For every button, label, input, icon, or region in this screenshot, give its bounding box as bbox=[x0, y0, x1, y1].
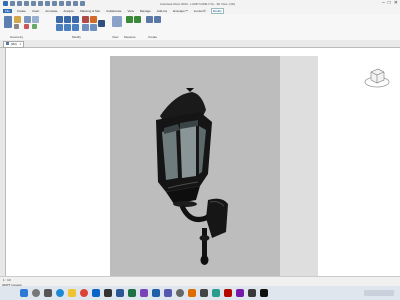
tab-enscape[interactable]: Enscape™ bbox=[172, 9, 189, 13]
windows-icon[interactable] bbox=[20, 289, 28, 297]
teams-icon[interactable] bbox=[164, 289, 172, 297]
wall-joins-icon[interactable] bbox=[32, 24, 37, 29]
media-icon[interactable] bbox=[188, 289, 196, 297]
rotate-icon[interactable] bbox=[72, 24, 79, 31]
thin-lines-icon[interactable] bbox=[73, 1, 78, 6]
task-view-icon[interactable] bbox=[44, 289, 52, 297]
measure-icon-ribbon[interactable] bbox=[126, 16, 133, 23]
view-tab-bar: {3D} × bbox=[0, 40, 400, 48]
cut-geometry-icon[interactable] bbox=[24, 24, 29, 29]
join-icon[interactable] bbox=[24, 16, 31, 23]
settings-icon[interactable] bbox=[176, 289, 184, 297]
excel-icon[interactable] bbox=[128, 289, 136, 297]
view-icon[interactable] bbox=[112, 16, 122, 27]
move-icon[interactable] bbox=[56, 24, 63, 31]
tab-insert[interactable]: Insert bbox=[31, 9, 41, 13]
section-icon[interactable] bbox=[66, 1, 71, 6]
pin-icon[interactable] bbox=[98, 20, 105, 27]
calc-icon[interactable] bbox=[248, 289, 256, 297]
render-background-edge bbox=[280, 56, 318, 276]
copy-icon[interactable] bbox=[64, 24, 71, 31]
cut-icon[interactable] bbox=[14, 24, 19, 29]
app-menu-icon[interactable] bbox=[3, 1, 8, 6]
chrome-icon[interactable] bbox=[80, 289, 88, 297]
tab-collaborate[interactable]: Collaborate bbox=[105, 9, 122, 13]
3d-view-icon[interactable] bbox=[59, 1, 64, 6]
title-bar: Autodesk Revit 2020 - LAMP FAMILY.rfa - … bbox=[0, 0, 400, 8]
array-icon[interactable] bbox=[82, 24, 89, 31]
tab-add-ins[interactable]: Add-Ins bbox=[156, 9, 168, 13]
search-icon[interactable] bbox=[32, 289, 40, 297]
tab-view[interactable]: View bbox=[126, 9, 134, 13]
split-icon[interactable] bbox=[90, 16, 97, 23]
modify-select-icon[interactable] bbox=[4, 16, 12, 28]
edge-icon[interactable] bbox=[56, 289, 64, 297]
mirror-icon[interactable] bbox=[72, 16, 79, 23]
panel-label-modify: Modify bbox=[72, 35, 81, 39]
scale-icon[interactable] bbox=[90, 24, 97, 31]
align-icon[interactable] bbox=[56, 16, 63, 23]
quick-access-toolbar bbox=[3, 1, 85, 7]
paste-icon[interactable] bbox=[14, 16, 21, 23]
tab-analyze[interactable]: Analyze bbox=[62, 9, 75, 13]
word-icon[interactable] bbox=[116, 289, 124, 297]
tab-annotate[interactable]: Annotate bbox=[44, 9, 58, 13]
3d-view-tab-icon bbox=[6, 42, 9, 45]
view-scale[interactable]: 1 : 10 bbox=[3, 278, 11, 282]
redo-icon[interactable] bbox=[31, 1, 36, 6]
undo-icon[interactable] bbox=[24, 1, 29, 6]
tab-massing-site[interactable]: Massing & Site bbox=[79, 9, 101, 13]
trim-icon[interactable] bbox=[82, 16, 89, 23]
viewcube-icon[interactable] bbox=[364, 66, 390, 88]
maximize-icon[interactable]: □ bbox=[388, 1, 391, 6]
print-icon[interactable] bbox=[38, 1, 43, 6]
terminal-icon[interactable] bbox=[260, 289, 268, 297]
minimize-icon[interactable]: – bbox=[382, 1, 385, 6]
save-icon[interactable] bbox=[17, 1, 22, 6]
mail-icon[interactable] bbox=[92, 289, 100, 297]
dimension-icon[interactable] bbox=[134, 16, 141, 23]
view-tab-3d[interactable]: {3D} × bbox=[3, 41, 25, 48]
photos-icon[interactable] bbox=[140, 289, 148, 297]
tab-manage[interactable]: Manage bbox=[139, 9, 152, 13]
system-tray[interactable] bbox=[364, 290, 394, 296]
revit-icon[interactable] bbox=[152, 289, 160, 297]
wall-lamp-model[interactable] bbox=[140, 88, 250, 268]
create-group-icon[interactable] bbox=[146, 16, 153, 23]
create-similar-icon[interactable] bbox=[154, 16, 161, 23]
close-icon[interactable]: ✕ bbox=[394, 1, 398, 6]
drawing-canvas[interactable] bbox=[6, 48, 400, 276]
acrobat-icon[interactable] bbox=[224, 289, 232, 297]
open-icon[interactable] bbox=[10, 1, 15, 6]
window-title: Autodesk Revit 2020 - LAMP FAMILY.rfa - … bbox=[160, 2, 235, 6]
cope-icon[interactable] bbox=[32, 16, 39, 23]
offset-icon[interactable] bbox=[64, 16, 71, 23]
ribbon-panel: Geometry Modify View Measure Create bbox=[0, 14, 400, 41]
store-icon[interactable] bbox=[104, 289, 112, 297]
view-tab-label: {3D} bbox=[10, 42, 17, 46]
measure-icon[interactable] bbox=[45, 1, 50, 6]
onenote-icon[interactable] bbox=[236, 289, 244, 297]
camera-icon[interactable] bbox=[200, 289, 208, 297]
view-tab-close-icon[interactable]: × bbox=[20, 42, 22, 46]
windows-taskbar bbox=[0, 286, 400, 300]
panel-label-create: Create bbox=[148, 35, 158, 39]
close-hidden-icon[interactable] bbox=[80, 1, 85, 6]
panel-label-view: View bbox=[112, 35, 119, 39]
tab-create[interactable]: Create bbox=[16, 9, 27, 13]
tab-lumion[interactable]: Lumion® bbox=[193, 9, 207, 13]
text-icon[interactable] bbox=[52, 1, 57, 6]
panel-label-geometry: Geometry bbox=[10, 35, 24, 39]
maps-icon[interactable] bbox=[212, 289, 220, 297]
tab-file[interactable]: File bbox=[3, 9, 12, 13]
explorer-icon[interactable] bbox=[68, 289, 76, 297]
panel-label-measure: Measure bbox=[124, 35, 136, 39]
